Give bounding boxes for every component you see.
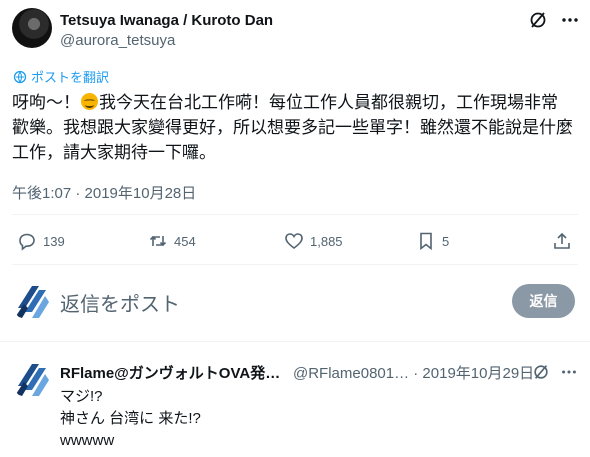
heart-icon xyxy=(285,233,303,250)
author-name[interactable]: Tetsuya Iwanaga / Kuroto Dan xyxy=(60,12,273,29)
translate-post-link[interactable]: ポストを翻訳 xyxy=(13,67,109,86)
bookmark-icon xyxy=(420,232,432,251)
divider xyxy=(12,264,578,265)
reply-input-placeholder[interactable]: 返信をポスト xyxy=(60,288,180,317)
more-options-icon[interactable] xyxy=(560,363,578,381)
translate-icon xyxy=(13,70,27,83)
tweet-text-line: 歡樂。我想跟大家變得更好，所以想要多記一些單字！雖然還不能說是什麼 xyxy=(12,118,573,137)
divider xyxy=(0,341,590,342)
author-avatar[interactable] xyxy=(12,8,52,48)
divider xyxy=(12,214,578,215)
tweet-text-line: 工作，請大家期待一下囉。 xyxy=(12,143,216,162)
repost-count: 454 xyxy=(174,233,196,249)
like-count: 1,885 xyxy=(310,233,343,249)
bookmark-count: 5 xyxy=(442,233,450,249)
tweet-text-segment: 我今天在台北工作嗬！每位工作人員都很親切，工作現場非常 xyxy=(99,93,558,112)
post-timestamp[interactable]: 午後1:07 · 2019年10月28日 xyxy=(12,182,196,203)
smiling-face-emoji-icon xyxy=(81,93,98,110)
tweet-text: 呀呴～！ 我今天在台北工作嗬！每位工作人員都很親切，工作現場非常 歡樂。我想跟大家… xyxy=(12,90,573,165)
grok-icon[interactable] xyxy=(532,363,550,381)
reply-meta[interactable]: @RFlame0801… · 2019年10月29日 xyxy=(293,362,534,383)
more-options-icon[interactable] xyxy=(560,10,580,30)
reply-text-line: 神さん 台湾に 来た!? xyxy=(60,410,201,427)
reply-button[interactable]: 返信 xyxy=(512,284,575,318)
bookmark-action[interactable]: 5 xyxy=(416,224,449,258)
share-action[interactable] xyxy=(552,224,572,258)
reply-action[interactable]: 139 xyxy=(17,224,65,258)
author-handle[interactable]: @aurora_tetsuya xyxy=(60,32,175,49)
reply-text-line: wwwww xyxy=(60,432,115,449)
action-bar: 139 454 1,885 5 xyxy=(0,224,590,258)
repost-action[interactable]: 454 xyxy=(148,224,196,258)
reply-author-name[interactable]: RFlame@ガンヴォルトOVA発… xyxy=(60,362,280,383)
reply-text: マジ!? 神さん 台湾に 来た!? wwwww xyxy=(60,386,201,452)
reply-count: 139 xyxy=(43,233,65,249)
reply-author-avatar[interactable] xyxy=(12,360,52,400)
reply-text-line: マジ!? xyxy=(60,388,103,405)
current-user-avatar[interactable] xyxy=(12,282,52,322)
translate-label: ポストを翻訳 xyxy=(31,70,110,85)
share-icon xyxy=(554,232,570,249)
tweet-text-line: 呀呴～！ 我今天在台北工作嗬！每位工作人員都很親切，工作現場非常 xyxy=(12,90,572,115)
reply-icon xyxy=(19,233,35,251)
like-action[interactable]: 1,885 xyxy=(284,224,343,258)
tweet-text-segment: 呀呴～！ xyxy=(12,93,80,112)
grok-icon[interactable] xyxy=(528,10,548,30)
repost-icon xyxy=(149,235,167,247)
